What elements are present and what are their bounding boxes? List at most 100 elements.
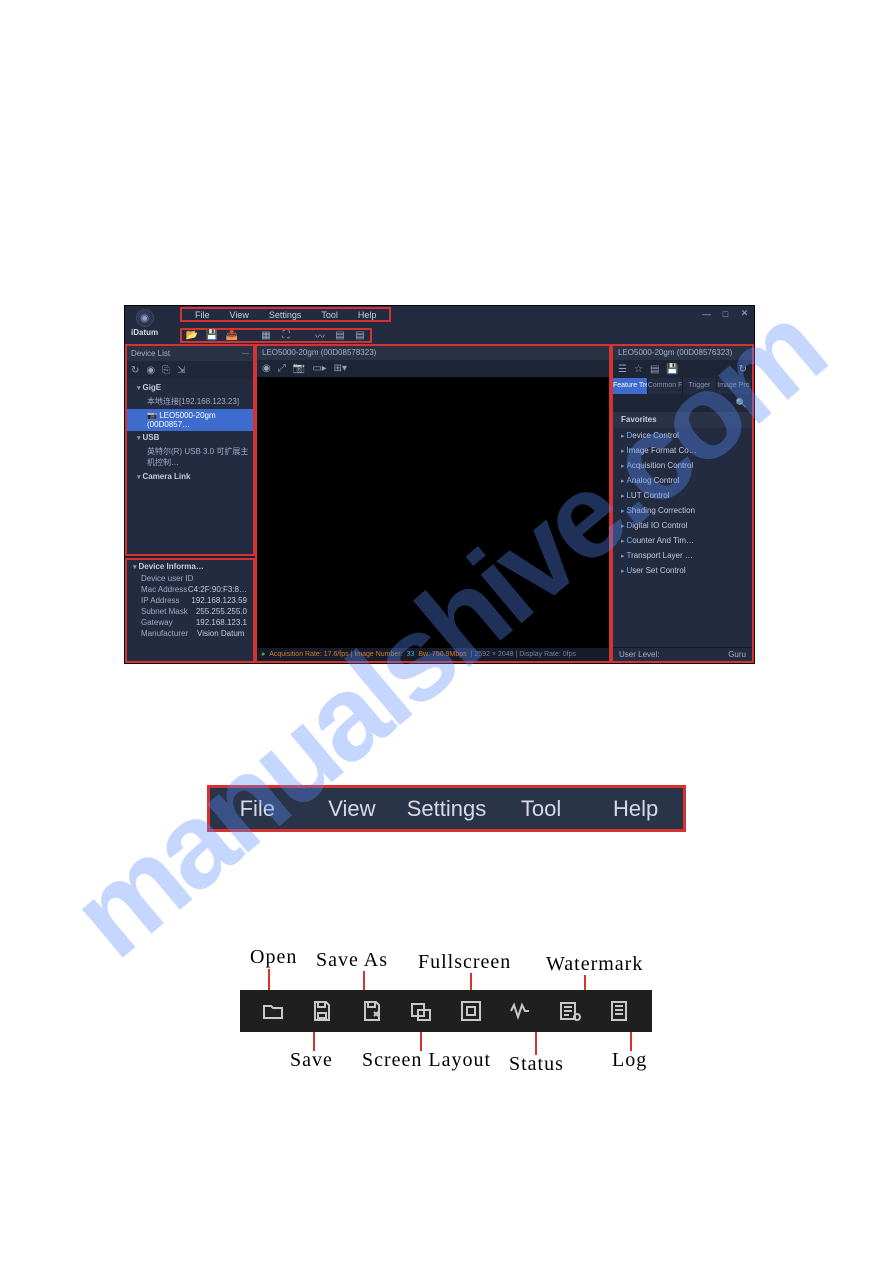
menu-tool[interactable]: Tool bbox=[311, 309, 348, 320]
log-icon[interactable]: ▤ bbox=[354, 330, 366, 342]
search-icon[interactable]: 🔍 bbox=[736, 398, 747, 409]
app-window: ◉ iDatum File View Settings Tool Help 📂 … bbox=[124, 305, 755, 664]
feature-tabs: Feature Tree Common F… Trigger Image Pro… bbox=[613, 378, 752, 394]
tree-gige-cam-selected[interactable]: LEO5000-20gm (00D0857… bbox=[127, 409, 253, 431]
watermark-icon[interactable]: ▤ bbox=[334, 330, 346, 342]
cat-userset[interactable]: User Set Control bbox=[613, 563, 752, 578]
tree-camlink[interactable]: Camera Link bbox=[127, 470, 253, 483]
tree-gige[interactable]: GigE bbox=[127, 381, 253, 394]
fullscreen-icon[interactable]: ⛶ bbox=[280, 330, 292, 342]
save-icon[interactable]: 💾 bbox=[206, 330, 218, 342]
export-icon[interactable]: ⇲ bbox=[177, 365, 185, 376]
cat-transport[interactable]: Transport Layer … bbox=[613, 548, 752, 563]
tab-common[interactable]: Common F… bbox=[648, 378, 683, 394]
snapshot-icon[interactable]: 📷 bbox=[293, 363, 305, 374]
cat-lut[interactable]: LUT Control bbox=[613, 488, 752, 503]
big-watermark-icon[interactable] bbox=[557, 998, 583, 1024]
big-saveas-icon[interactable] bbox=[359, 998, 385, 1024]
viewer-toolbar: ◉ ⤢ 📷 ▭▸ ⊞▾ bbox=[257, 360, 609, 377]
big-status-icon[interactable] bbox=[507, 998, 533, 1024]
fit-icon[interactable]: ⤢ bbox=[278, 363, 286, 374]
enlarged-menu-bar: File View Settings Tool Help bbox=[207, 785, 686, 832]
record-icon[interactable]: ◉ bbox=[262, 363, 271, 374]
label-fullscreen: Fullscreen bbox=[418, 951, 511, 974]
saveas-icon[interactable]: 📤 bbox=[226, 330, 238, 342]
device-list-title: Device List bbox=[131, 349, 170, 358]
feature-panel: LEO5000-20gm (00D08576323) ☰ ☆ ▤ 💾 ↻ Fea… bbox=[611, 344, 754, 663]
menu-help[interactable]: Help bbox=[348, 309, 387, 320]
layout-icon[interactable]: ▦ bbox=[260, 330, 272, 342]
device-list-header: Device List — bbox=[127, 346, 253, 361]
maximize-button[interactable]: □ bbox=[720, 308, 731, 319]
label-watermark: Watermark bbox=[546, 953, 643, 976]
save2-icon[interactable]: 💾 bbox=[666, 364, 678, 375]
cat-counter[interactable]: Counter And Tim… bbox=[613, 533, 752, 548]
enlarged-toolbar-diagram: Open Save As Fullscreen Watermark Save S… bbox=[240, 943, 660, 1078]
big-menu-view[interactable]: View bbox=[305, 796, 400, 822]
info-row-manufacturer: ManufacturerVision Datum bbox=[127, 628, 253, 639]
cat-device-control[interactable]: Device Control bbox=[613, 428, 752, 443]
collapse-icon[interactable]: — bbox=[242, 350, 249, 357]
status-dot-icon: ● bbox=[261, 651, 265, 658]
big-fullscreen-icon[interactable] bbox=[458, 998, 484, 1024]
device-info-header[interactable]: Device Informa… bbox=[127, 560, 253, 573]
label-log: Log bbox=[612, 1049, 647, 1072]
open-icon[interactable]: 📂 bbox=[186, 330, 198, 342]
info-row-subnet: Subnet Mask255.255.255.0 bbox=[127, 606, 253, 617]
play-icon[interactable]: ◉ bbox=[146, 365, 155, 376]
star-icon[interactable]: ☆ bbox=[634, 364, 643, 375]
big-save-icon[interactable] bbox=[309, 998, 335, 1024]
big-open-icon[interactable] bbox=[260, 998, 286, 1024]
big-log-icon[interactable] bbox=[606, 998, 632, 1024]
label-save: Save bbox=[290, 1049, 333, 1072]
list-icon[interactable]: ☰ bbox=[618, 364, 627, 375]
doc-icon[interactable]: ▤ bbox=[650, 364, 659, 375]
tab-feature-tree[interactable]: Feature Tree bbox=[613, 378, 648, 394]
grid-icon[interactable]: ⊞▾ bbox=[334, 363, 347, 374]
big-menu-tool[interactable]: Tool bbox=[494, 796, 589, 822]
cat-shading[interactable]: Shading Correction bbox=[613, 503, 752, 518]
close-button[interactable]: ✕ bbox=[739, 308, 750, 319]
feature-panel-title: LEO5000-20gm (00D08576323) bbox=[613, 346, 752, 360]
label-layout: Screen Layout bbox=[362, 1049, 491, 1072]
device-tree: GigE 本地连接[192.168.123.23] LEO5000-20gm (… bbox=[127, 379, 253, 554]
titlebar: ◉ iDatum File View Settings Tool Help 📂 … bbox=[125, 306, 754, 344]
tree-gige-host[interactable]: 本地连接[192.168.123.23] bbox=[127, 394, 253, 409]
tree-usb-host[interactable]: 英特尔(R) USB 3.0 可扩展主机控制… bbox=[127, 444, 253, 470]
label-status: Status bbox=[509, 1053, 564, 1076]
feature-search[interactable]: 🔍 bbox=[613, 394, 752, 412]
reload-icon[interactable]: ↻ bbox=[739, 364, 747, 375]
status-icon[interactable]: 〰 bbox=[314, 330, 326, 342]
menu-view[interactable]: View bbox=[220, 309, 259, 320]
info-row-ip: IP Address192.168.123.59 bbox=[127, 595, 253, 606]
viewer-status-bar: ● Acquisition Rate: 17.6/fps | Image Num… bbox=[257, 648, 609, 661]
status-res: | 2592 × 2048 | Display Rate: 0fps bbox=[471, 651, 576, 658]
feature-toolbar: ☰ ☆ ▤ 💾 ↻ bbox=[613, 360, 752, 378]
label-saveas: Save As bbox=[316, 949, 388, 972]
cat-image-format[interactable]: Image Format Co… bbox=[613, 443, 752, 458]
big-menu-settings[interactable]: Settings bbox=[399, 796, 494, 822]
cat-digital-io[interactable]: Digital IO Control bbox=[613, 518, 752, 533]
big-menu-file[interactable]: File bbox=[210, 796, 305, 822]
image-viewport[interactable] bbox=[257, 377, 609, 648]
copy-icon[interactable]: ⎘ bbox=[162, 365, 170, 376]
favorites-header[interactable]: Favorites bbox=[613, 412, 752, 428]
cat-acquisition[interactable]: Acquisition Control bbox=[613, 458, 752, 473]
menu-settings[interactable]: Settings bbox=[259, 309, 312, 320]
userlevel-value[interactable]: Guru bbox=[728, 648, 746, 661]
refresh-icon[interactable]: ↻ bbox=[131, 365, 139, 376]
app-name: iDatum bbox=[131, 328, 158, 337]
minimize-button[interactable]: — bbox=[701, 308, 712, 319]
tree-usb[interactable]: USB bbox=[127, 431, 253, 444]
big-layout-icon[interactable] bbox=[408, 998, 434, 1024]
label-open: Open bbox=[250, 946, 297, 969]
viewer-tab[interactable]: LEO5000-20gm (00D08578323) bbox=[257, 346, 609, 360]
video-icon[interactable]: ▭▸ bbox=[312, 363, 326, 374]
big-menu-help[interactable]: Help bbox=[588, 796, 683, 822]
cat-analog[interactable]: Analog Control bbox=[613, 473, 752, 488]
menu-file[interactable]: File bbox=[185, 309, 220, 320]
tab-image-pro[interactable]: Image Pro… bbox=[717, 378, 752, 394]
enlarged-toolbar bbox=[240, 990, 652, 1032]
tab-trigger[interactable]: Trigger bbox=[683, 378, 718, 394]
device-info-panel: Device Informa… Device user ID Mac Addre… bbox=[125, 558, 255, 663]
